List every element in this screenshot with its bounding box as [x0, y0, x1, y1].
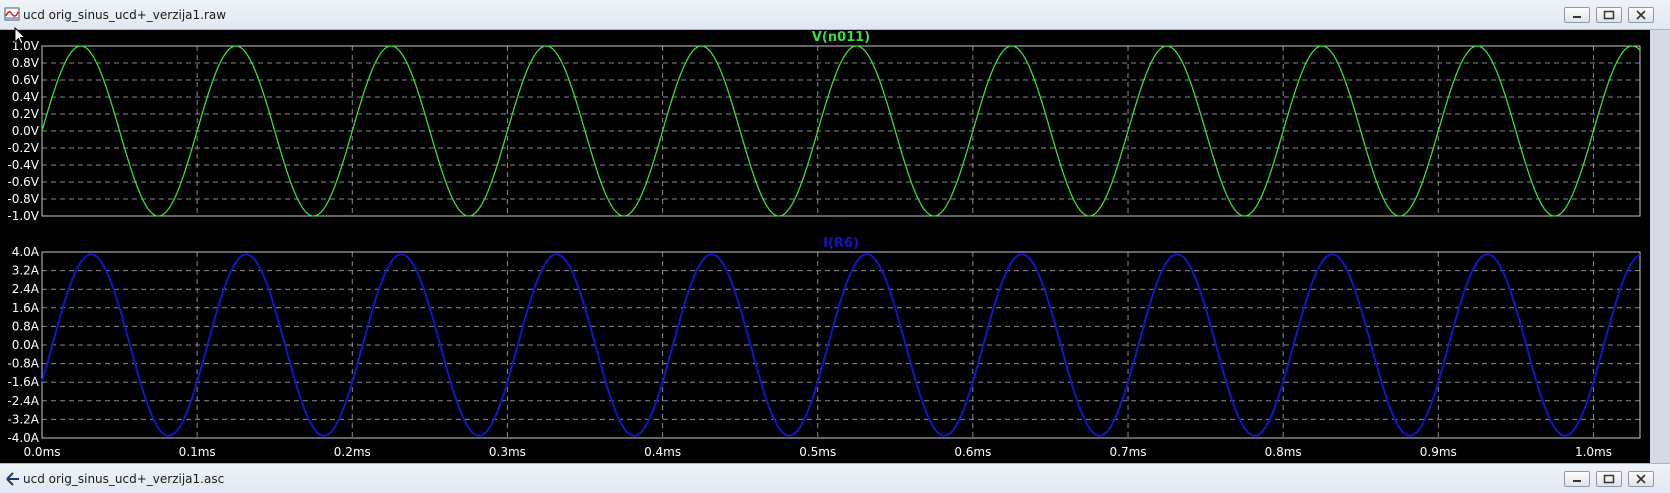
x-tick-label: 0.7ms	[1110, 445, 1147, 459]
close-button[interactable]	[1628, 7, 1654, 23]
schematic-icon	[6, 472, 19, 486]
y-tick-label: -0.6V	[7, 175, 39, 189]
y-tick-label: 1.6A	[12, 301, 40, 315]
y-tick-label: -0.8A	[7, 357, 39, 371]
x-tick-label: 0.9ms	[1420, 445, 1457, 459]
y-tick-label: 0.0A	[12, 338, 40, 352]
y-tick-label: -1.0V	[7, 209, 39, 223]
y-tick-label: -4.0A	[7, 431, 39, 445]
x-tick-label: 0.0ms	[23, 445, 60, 459]
x-tick-label: 1.0ms	[1575, 445, 1612, 459]
y-tick-label: 0.8V	[12, 56, 40, 70]
y-tick-label: -3.2A	[7, 412, 39, 426]
y-tick-label: 3.2A	[12, 264, 40, 278]
y-tick-label: 0.4V	[12, 90, 40, 104]
maximize-icon	[1603, 10, 1615, 20]
y-tick-label: 0.6V	[12, 73, 40, 87]
waveform-icon	[4, 7, 20, 21]
close-icon	[1636, 474, 1646, 484]
trace-title[interactable]: I(R6)	[823, 236, 859, 251]
y-tick-label: -0.4V	[7, 158, 39, 172]
trace-title[interactable]: V(n011)	[812, 30, 870, 45]
x-tick-label: 0.3ms	[489, 445, 526, 459]
maximize-icon	[1603, 474, 1615, 484]
maximize-button[interactable]	[1596, 471, 1622, 487]
x-tick-label: 0.1ms	[179, 445, 216, 459]
minimize-icon	[1573, 16, 1581, 18]
x-tick-label: 0.4ms	[644, 445, 681, 459]
window-edge	[1650, 30, 1670, 463]
x-tick-label: 0.6ms	[954, 445, 991, 459]
waveform-plots[interactable]: 1.0V0.8V0.6V0.4V0.2V0.0V-0.2V-0.4V-0.6V-…	[0, 30, 1670, 463]
y-tick-label: 0.0V	[12, 124, 40, 138]
y-tick-label: 4.0A	[12, 245, 40, 259]
minimize-button[interactable]	[1564, 7, 1590, 23]
close-button[interactable]	[1628, 471, 1654, 487]
plot-frame	[41, 251, 1641, 439]
waveform-plot-area[interactable]: 1.0V 0.8V 0.6V 0.4V 0.2V 0.0V -0.2V -0.4V -0.6V -…	[0, 30, 1670, 463]
waveform-window-titlebar[interactable]: ucd orig_sinus_ucd+_verzija1.raw	[0, 0, 1670, 30]
minimize-button[interactable]	[1564, 471, 1590, 487]
window-title: ucd orig_sinus_ucd+_verzija1.asc	[23, 472, 225, 486]
minimize-icon	[1573, 480, 1581, 482]
mouse-pointer-icon	[14, 27, 26, 45]
y-tick-label: -1.6A	[7, 375, 39, 389]
window-title: ucd orig_sinus_ucd+_verzija1.raw	[23, 8, 227, 22]
y-tick-label: 2.4A	[12, 282, 40, 296]
y-tick-label: -2.4A	[7, 394, 39, 408]
x-tick-label: 0.2ms	[334, 445, 371, 459]
close-icon	[1636, 10, 1646, 20]
y-tick-label: -0.8V	[7, 192, 39, 206]
x-tick-label: 0.5ms	[799, 445, 836, 459]
maximize-button[interactable]	[1596, 7, 1622, 23]
schematic-window-titlebar[interactable]: ucd orig_sinus_ucd+_verzija1.asc	[0, 463, 1670, 493]
y-tick-label: -0.2V	[7, 141, 39, 155]
y-tick-label: 0.8A	[12, 319, 40, 333]
trace-ir6[interactable]	[41, 253, 1641, 437]
y-tick-label: 0.2V	[12, 107, 40, 121]
plot-frame	[41, 45, 1641, 217]
trace-vn011[interactable]	[41, 45, 1641, 217]
x-tick-label: 0.8ms	[1265, 445, 1302, 459]
